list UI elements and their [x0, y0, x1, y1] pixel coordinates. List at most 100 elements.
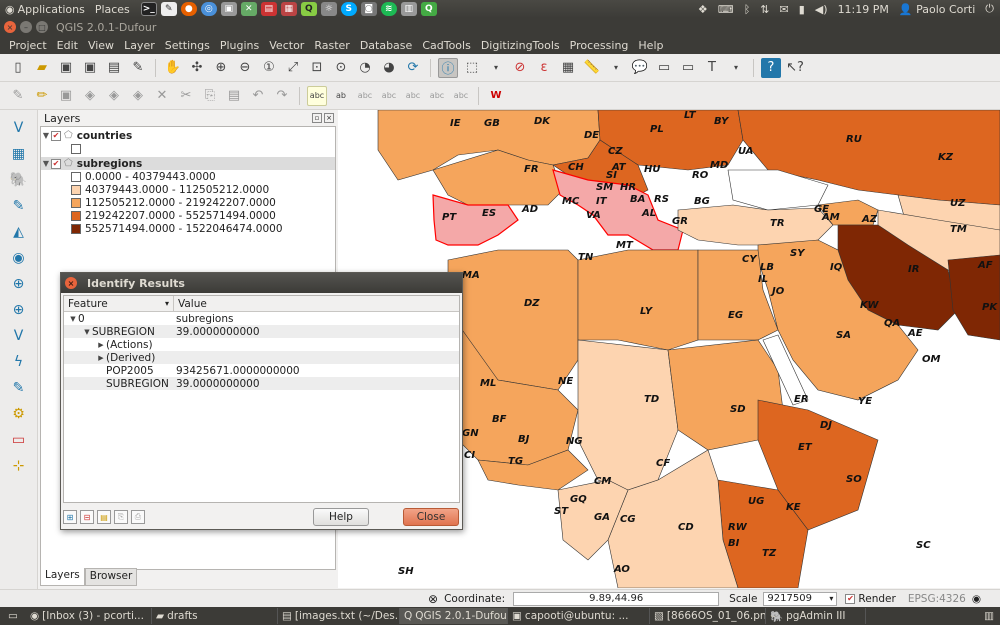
expand-new-icon[interactable]: ▤	[97, 510, 111, 524]
menu-processing[interactable]: Processing	[565, 39, 634, 52]
tab-layers[interactable]: Layers	[40, 568, 85, 586]
result-row[interactable]: ▼ SUBREGION 39.0000000000	[64, 325, 459, 338]
task-pgadmin[interactable]: 🐘 pgAdmin III	[766, 608, 866, 624]
file-manager-icon[interactable]: ▣	[220, 2, 237, 16]
label-tool-icon[interactable]: ab	[331, 86, 351, 106]
text-editor-icon[interactable]: ✎	[160, 2, 177, 16]
chromium-icon[interactable]: ◎	[200, 2, 217, 16]
add-postgis-layer-icon[interactable]: 🐘	[9, 170, 29, 190]
layer-labeling-icon[interactable]: abc	[307, 85, 327, 106]
result-row[interactable]: POP2005 93425671.0000000000	[64, 364, 459, 377]
task-drafts[interactable]: ▰ drafts	[152, 608, 278, 624]
menu-digitizingtools[interactable]: DigitizingTools	[476, 39, 565, 52]
collapse-icon[interactable]: ▼	[68, 315, 78, 323]
render-checkbox[interactable]: ✔	[845, 593, 856, 604]
battery-icon[interactable]: ▮	[799, 3, 805, 16]
refresh-icon[interactable]: ⟳	[403, 58, 423, 78]
save-edits-icon[interactable]: ▣	[56, 86, 76, 106]
dropbox-icon[interactable]: ❖	[698, 3, 708, 16]
collapse-icon[interactable]: ▼	[41, 131, 51, 140]
cut-features-icon[interactable]: ✂	[176, 86, 196, 106]
save-project-icon[interactable]: ▣	[56, 58, 76, 78]
menu-vector[interactable]: Vector	[264, 39, 309, 52]
menu-project[interactable]: Project	[4, 39, 52, 52]
header-value[interactable]: Value	[174, 296, 207, 311]
open-project-icon[interactable]: ▰	[32, 58, 52, 78]
clock[interactable]: 11:19 PM	[838, 3, 889, 16]
menu-layer[interactable]: Layer	[119, 39, 160, 52]
add-vector-layer-icon[interactable]: V	[9, 118, 29, 138]
keyboard-icon[interactable]: ⌨	[718, 3, 734, 16]
task-inbox[interactable]: ◉ [Inbox (3) - pcorti...	[26, 608, 152, 624]
add-delimited-text-icon[interactable]: ϟ	[9, 352, 29, 372]
move-label-icon[interactable]: abc	[403, 86, 423, 106]
select-dropdown-icon[interactable]: ▾	[486, 58, 506, 78]
copy-features-icon[interactable]: ⎘	[200, 86, 220, 106]
layer-row-subregions[interactable]: ▼ ✔ ⬠ subregions	[41, 157, 335, 170]
move-feature-icon[interactable]: ◈	[104, 86, 124, 106]
map-tips-icon[interactable]: 💬	[630, 58, 650, 78]
clipboard-icon[interactable]: ▥	[400, 2, 417, 16]
paste-features-icon[interactable]: ▤	[224, 86, 244, 106]
zoom-selection-icon[interactable]: ⊡	[307, 58, 327, 78]
show-desktop-icon[interactable]: ▭	[0, 610, 26, 622]
zoom-next-icon[interactable]: ◕	[379, 58, 399, 78]
measure-icon[interactable]: 📏	[582, 58, 602, 78]
expand-icon[interactable]: ▶	[96, 354, 106, 362]
gps-tools-icon[interactable]: ⊹	[9, 456, 29, 476]
menu-database[interactable]: Database	[355, 39, 418, 52]
print-composer-icon[interactable]: ▤	[104, 58, 124, 78]
layer-row-countries[interactable]: ▼ ✔ ⬠ countries	[41, 129, 335, 142]
menu-plugins[interactable]: Plugins	[215, 39, 264, 52]
expand-icon[interactable]: ▶	[96, 341, 106, 349]
show-hide-labels-icon[interactable]: abc	[379, 86, 399, 106]
power-icon[interactable]: ⏻	[985, 2, 994, 16]
add-wcs-layer-icon[interactable]: ⊕	[9, 300, 29, 320]
window-minimize-icon[interactable]: –	[20, 21, 32, 33]
applications-menu[interactable]: ◉ Applications	[0, 3, 90, 16]
network-icon[interactable]: ⇅	[760, 3, 769, 16]
task-images-txt[interactable]: ▤ [images.txt (~/Des...	[278, 608, 400, 624]
annotation-dropdown-icon[interactable]: ▾	[726, 58, 746, 78]
result-row[interactable]: SUBREGION 39.0000000000	[64, 377, 459, 390]
spotify-icon[interactable]: ≋	[380, 2, 397, 16]
zoom-last-icon[interactable]: ◔	[355, 58, 375, 78]
firefox-icon[interactable]: ●	[180, 2, 197, 16]
pan-to-selection-icon[interactable]: ✣	[187, 58, 207, 78]
places-menu[interactable]: Places	[90, 3, 135, 16]
trash-icon[interactable]: ▥	[984, 610, 994, 622]
archive-icon[interactable]: ▦	[280, 2, 297, 16]
volume-icon[interactable]: ◀)	[815, 3, 828, 16]
help-contents-icon[interactable]: ?	[761, 57, 781, 78]
mail-icon[interactable]: ✉	[780, 3, 789, 16]
current-edits-icon[interactable]: ✎	[8, 86, 28, 106]
add-wms-layer-icon[interactable]: ⊕	[9, 274, 29, 294]
task-terminal[interactable]: ▣ capooti@ubuntu: ...	[508, 608, 650, 624]
qgis-browser-icon[interactable]: Q	[420, 2, 437, 16]
tab-browser[interactable]: Browser	[84, 568, 138, 586]
wkt-icon[interactable]: W	[486, 86, 506, 106]
qgis-icon[interactable]: Q	[300, 2, 317, 16]
result-row[interactable]: ▶ (Actions)	[64, 338, 459, 351]
dialog-close-icon[interactable]: ×	[65, 277, 77, 289]
node-tool-icon[interactable]: ◈	[128, 86, 148, 106]
coordinate-toggle-icon[interactable]: ⊗	[428, 592, 438, 606]
camera-icon[interactable]: ◙	[360, 2, 377, 16]
zoom-out-icon[interactable]: ⊖	[235, 58, 255, 78]
zoom-layer-icon[interactable]: ⊙	[331, 58, 351, 78]
menu-view[interactable]: View	[83, 39, 119, 52]
crs-status[interactable]: EPSG:4326	[908, 593, 966, 605]
toggle-editing-icon[interactable]: ✏	[32, 86, 52, 106]
bluetooth-icon[interactable]: ᛒ	[744, 3, 751, 16]
collapse-all-icon[interactable]: ⊟	[80, 510, 94, 524]
collapse-icon[interactable]: ▼	[82, 328, 92, 336]
zoom-actual-icon[interactable]: ①	[259, 58, 279, 78]
pan-icon[interactable]: ✋	[163, 58, 183, 78]
menu-help[interactable]: Help	[633, 39, 668, 52]
delete-selected-icon[interactable]: ✕	[152, 86, 172, 106]
composer-manager-icon[interactable]: ✎	[128, 58, 148, 78]
coordinate-field[interactable]: 9.89,44.96	[513, 591, 720, 606]
briefcase-icon[interactable]: ▤	[260, 2, 277, 16]
deselect-icon[interactable]: ⊘	[510, 58, 530, 78]
show-bookmarks-icon[interactable]: ▭	[678, 58, 698, 78]
